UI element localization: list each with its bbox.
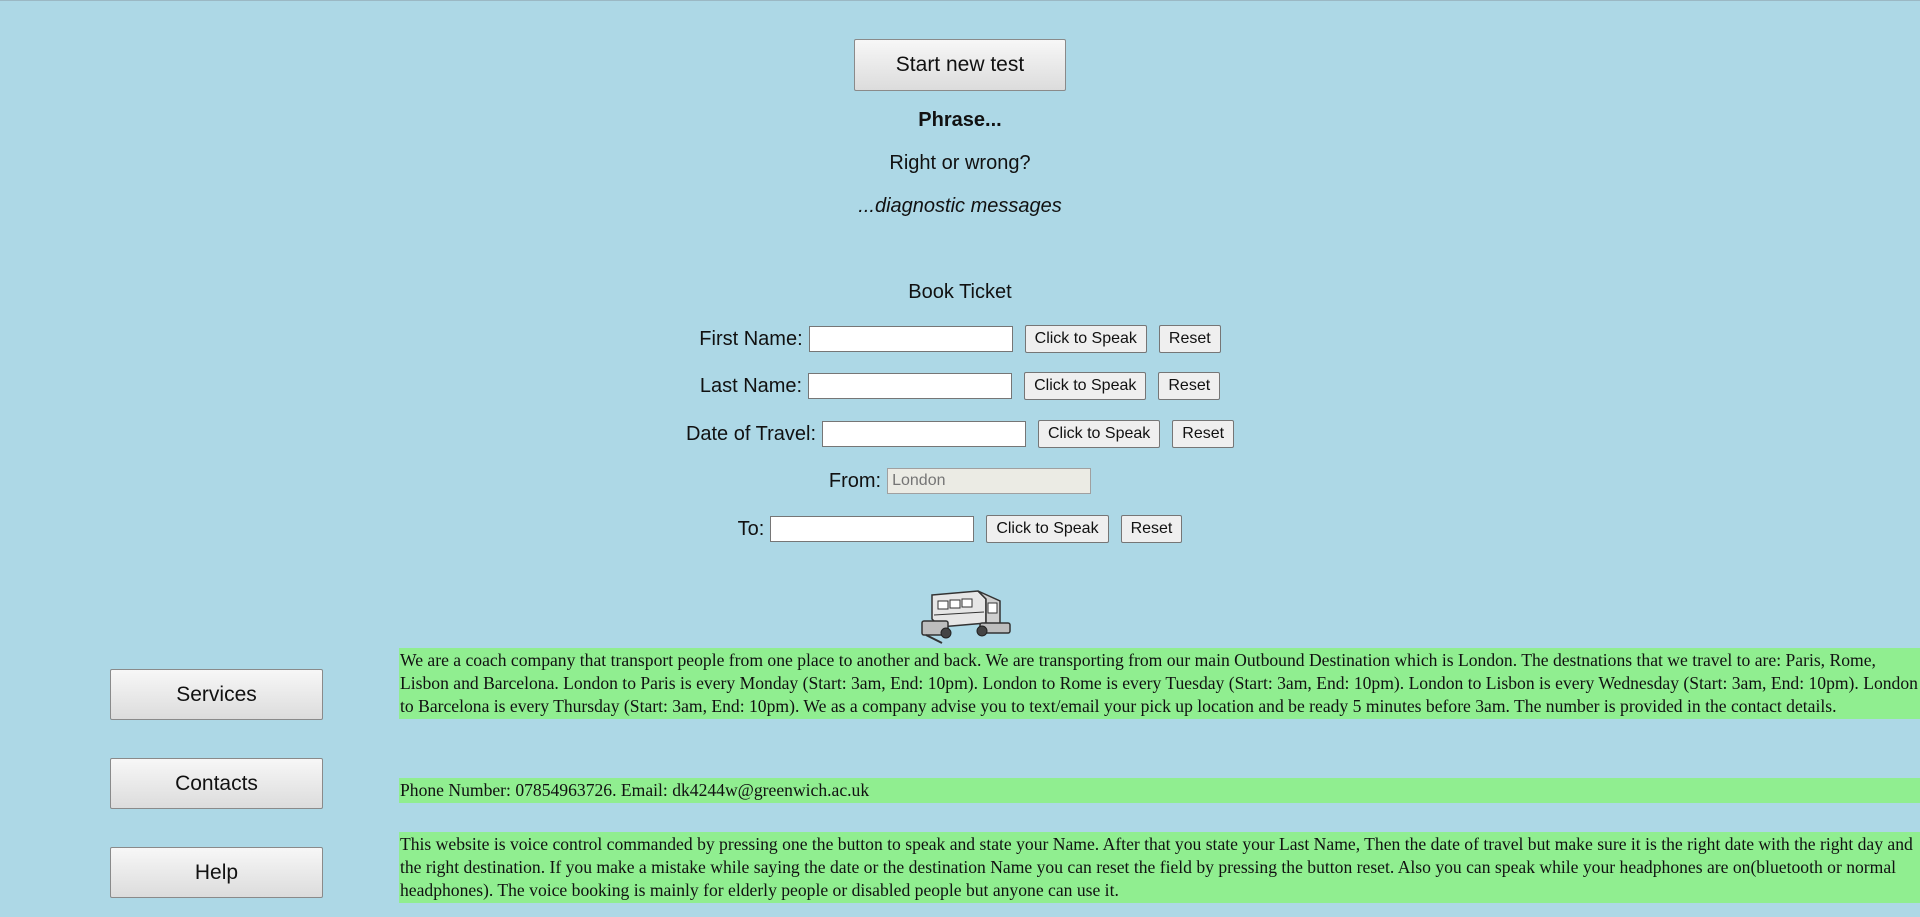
first-name-reset-button[interactable]: Reset xyxy=(1158,325,1221,353)
to-label: To: xyxy=(737,517,765,540)
help-text: This website is voice control commanded … xyxy=(399,832,1920,903)
start-new-test-button[interactable]: Start new test xyxy=(854,39,1066,91)
phrase-text: Phrase... xyxy=(918,109,1002,131)
first-name-speak-button[interactable]: Click to Speak xyxy=(1024,325,1147,353)
to-row: To: Click to Speak Reset xyxy=(0,514,1920,544)
first-name-row: First Name: Click to Speak Reset xyxy=(0,324,1920,354)
contact-details-text: Phone Number: 07854963726. Email: dk4244… xyxy=(399,778,1920,803)
last-name-reset-button[interactable]: Reset xyxy=(1158,372,1221,400)
to-input[interactable] xyxy=(770,516,975,542)
contacts-button[interactable]: Contacts xyxy=(110,758,323,809)
help-button[interactable]: Help xyxy=(110,847,323,898)
date-of-travel-label: Date of Travel: xyxy=(685,422,816,445)
date-of-travel-input[interactable] xyxy=(822,421,1026,447)
right-or-wrong-text: Right or wrong? xyxy=(889,152,1031,174)
date-of-travel-row: Date of Travel: Click to Speak Reset xyxy=(0,419,1920,449)
coach-icon xyxy=(921,590,1011,644)
from-label: From: xyxy=(828,469,882,492)
to-reset-button[interactable]: Reset xyxy=(1120,515,1183,543)
from-row: From: xyxy=(0,466,1920,496)
date-speak-button[interactable]: Click to Speak xyxy=(1038,420,1161,448)
from-input xyxy=(887,468,1092,494)
last-name-input[interactable] xyxy=(808,373,1013,399)
services-button[interactable]: Services xyxy=(110,669,323,720)
last-name-label: Last Name: xyxy=(699,374,803,397)
first-name-label: First Name: xyxy=(699,327,803,350)
last-name-speak-button[interactable]: Click to Speak xyxy=(1024,372,1147,400)
book-ticket-title: Book Ticket xyxy=(908,281,1012,303)
date-reset-button[interactable]: Reset xyxy=(1172,420,1235,448)
last-name-row: Last Name: Click to Speak Reset xyxy=(0,371,1920,401)
about-text: We are a coach company that transport pe… xyxy=(399,648,1920,719)
diagnostic-messages: ...diagnostic messages xyxy=(858,195,1062,217)
first-name-input[interactable] xyxy=(808,326,1013,352)
to-speak-button[interactable]: Click to Speak xyxy=(986,515,1109,543)
